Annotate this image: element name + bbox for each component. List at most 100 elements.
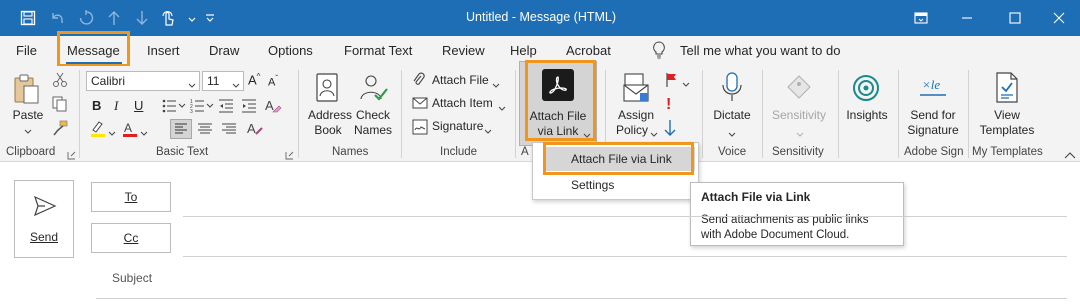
touch-mode-icon[interactable] (158, 8, 178, 28)
customize-more-icon[interactable] (182, 8, 202, 28)
separator (79, 70, 80, 158)
assign-policy-label-2[interactable]: Policy (612, 123, 652, 138)
menu-item-settings[interactable]: Settings (545, 173, 695, 197)
attach-file-button[interactable]: Attach File (432, 73, 489, 87)
numbering-icon[interactable]: 123 (190, 98, 214, 117)
attach-item-button[interactable]: Attach Item (432, 96, 493, 110)
chevron-down-icon[interactable] (108, 126, 116, 140)
close-icon[interactable] (1036, 0, 1080, 36)
save-icon[interactable] (18, 8, 38, 28)
view-templates-label-2[interactable]: Templates (976, 123, 1038, 138)
chevron-down-icon[interactable] (492, 78, 500, 92)
clipboard-launcher-icon[interactable] (67, 149, 76, 163)
chevron-down-icon[interactable] (498, 101, 506, 115)
tab-help[interactable]: Help (510, 43, 537, 58)
font-color-icon[interactable]: A (122, 120, 138, 141)
align-center-icon[interactable] (196, 120, 214, 141)
paste-label[interactable]: Paste (10, 108, 46, 123)
basic-text-launcher-icon[interactable] (285, 149, 294, 163)
to-button[interactable]: To (91, 182, 171, 212)
align-left-icon[interactable] (170, 119, 192, 139)
check-names-label-2[interactable]: Names (352, 123, 394, 138)
sensitivity-button[interactable]: Sensitivity (766, 108, 832, 123)
to-field[interactable] (183, 216, 1067, 217)
minimize-icon[interactable] (944, 0, 990, 36)
send-for-signature-label-2[interactable]: Signature (904, 123, 962, 138)
send-for-signature-icon[interactable]: ×le (916, 72, 950, 104)
align-right-icon[interactable] (220, 120, 238, 141)
highlight-color-icon[interactable] (90, 120, 106, 141)
chevron-down-icon (232, 78, 240, 92)
address-book-label-2[interactable]: Book (308, 123, 348, 138)
separator (762, 70, 763, 158)
paperclip-icon (412, 72, 426, 91)
tell-me-search[interactable]: Tell me what you want to do (680, 43, 840, 58)
insights-icon[interactable] (850, 72, 882, 104)
chevron-down-icon[interactable] (728, 127, 736, 141)
low-importance-icon[interactable] (664, 119, 676, 140)
paste-icon[interactable] (9, 72, 45, 108)
assign-policy-icon[interactable] (620, 72, 652, 104)
styles-icon[interactable]: A (246, 120, 264, 141)
chevron-down-icon[interactable] (650, 127, 658, 141)
underline-button[interactable]: U (134, 98, 143, 113)
shrink-font-icon[interactable]: Aˇ (268, 74, 278, 89)
redo-icon[interactable] (76, 8, 96, 28)
font-size-select[interactable]: 11 (202, 71, 244, 91)
tab-review[interactable]: Review (442, 43, 485, 58)
insights-button[interactable]: Insights (844, 108, 890, 123)
bold-button[interactable]: B (92, 98, 101, 113)
clear-formatting-icon[interactable]: A (264, 97, 282, 118)
format-painter-icon[interactable] (52, 120, 68, 139)
chevron-down-icon[interactable] (796, 127, 804, 141)
down-icon[interactable] (132, 8, 152, 28)
follow-up-flag-icon[interactable] (664, 72, 680, 91)
collapse-ribbon-icon[interactable] (1064, 148, 1076, 162)
cc-button[interactable]: Cc (91, 223, 171, 253)
address-book-label-1[interactable]: Address (308, 108, 352, 123)
ribbon-display-icon[interactable] (898, 0, 944, 36)
font-name-value: Calibri (91, 74, 126, 88)
grow-font-icon[interactable]: A^ (248, 72, 260, 87)
voice-group-label: Voice (718, 146, 747, 158)
maximize-icon[interactable] (992, 0, 1038, 36)
tab-acrobat[interactable]: Acrobat (566, 43, 611, 58)
copy-icon[interactable] (52, 96, 68, 115)
paste-dropdown-icon[interactable] (24, 124, 32, 138)
tab-insert[interactable]: Insert (147, 43, 180, 58)
chevron-down-icon[interactable] (140, 126, 148, 140)
cc-field[interactable] (183, 256, 1067, 257)
my-templates-group-label: My Templates (972, 146, 1043, 158)
tab-format-text[interactable]: Format Text (344, 43, 412, 58)
cut-icon[interactable] (52, 72, 68, 91)
send-for-signature-label-1[interactable]: Send for (904, 108, 962, 123)
up-icon[interactable] (104, 8, 124, 28)
view-templates-icon[interactable] (992, 71, 1022, 105)
italic-button[interactable]: I (114, 98, 118, 114)
subject-field[interactable] (96, 298, 1067, 299)
signature-button[interactable]: Signature (432, 119, 483, 133)
tooltip: Attach File via Link Send attachments as… (690, 182, 904, 246)
font-name-select[interactable]: Calibri (86, 71, 200, 91)
tab-draw[interactable]: Draw (209, 43, 239, 58)
tab-file[interactable]: File (16, 43, 37, 58)
increase-indent-icon[interactable] (241, 98, 257, 117)
decrease-indent-icon[interactable] (218, 98, 234, 117)
high-importance-icon[interactable]: ! (666, 96, 671, 114)
dictate-button[interactable]: Dictate (710, 108, 754, 123)
chevron-down-icon[interactable] (682, 77, 690, 91)
customize-qat-icon[interactable] (200, 8, 220, 28)
send-button[interactable]: Send (14, 180, 74, 258)
tab-options[interactable]: Options (268, 43, 313, 58)
microphone-icon[interactable] (718, 70, 746, 104)
view-templates-label-1[interactable]: View (976, 108, 1038, 123)
check-names-icon[interactable] (356, 72, 390, 104)
check-names-label-1[interactable]: Check (352, 108, 394, 123)
sensitivity-icon[interactable] (784, 72, 814, 102)
bullets-icon[interactable] (162, 98, 186, 117)
assign-policy-label-1[interactable]: Assign (612, 108, 660, 123)
address-book-icon[interactable] (312, 72, 342, 104)
chevron-down-icon[interactable] (484, 124, 492, 138)
lightbulb-icon (652, 41, 666, 62)
undo-icon[interactable] (47, 8, 67, 28)
